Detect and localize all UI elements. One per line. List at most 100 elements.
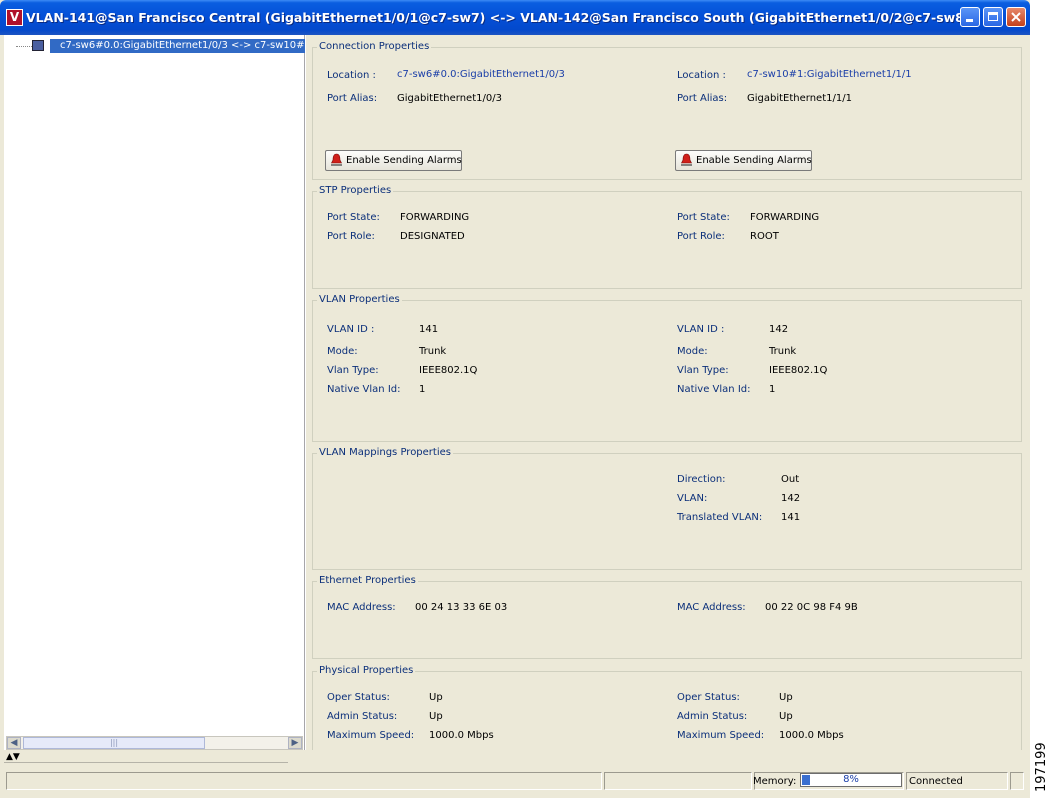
group-title: Ethernet Properties — [317, 575, 418, 587]
enable-sending-alarms-button[interactable]: Enable Sending Alarms — [675, 150, 812, 171]
stp-properties-group: STP Properties Port State: FORWARDING Po… — [312, 185, 1022, 289]
window-title: VLAN-141@San Francisco Central (GigabitE… — [26, 10, 970, 25]
scroll-right-icon[interactable]: ▶ — [288, 737, 302, 749]
maximize-button[interactable] — [983, 7, 1003, 27]
maximum-speed-value: 1000.0 Mbps — [779, 730, 844, 741]
mac-address-label: MAC Address: — [677, 602, 746, 613]
bottom-strip — [4, 752, 1026, 770]
port-alias-value: GigabitEthernet1/1/1 — [747, 93, 852, 104]
maximum-speed-value: 1000.0 Mbps — [429, 730, 494, 741]
vlan-type-value: IEEE802.1Q — [419, 365, 478, 376]
group-title: VLAN Properties — [317, 294, 402, 306]
mac-address-label: MAC Address: — [327, 602, 396, 613]
location-label: Location : — [677, 70, 726, 81]
connection-icon — [32, 40, 44, 51]
mode-value: Trunk — [419, 346, 447, 357]
memory-label: Memory: — [753, 776, 797, 787]
port-role-label: Port Role: — [677, 231, 725, 242]
close-button[interactable] — [1006, 7, 1026, 27]
mode-label: Mode: — [677, 346, 708, 357]
minimize-button[interactable] — [960, 7, 980, 27]
port-role-value: DESIGNATED — [400, 231, 465, 242]
vlan-mappings-group: VLAN Mappings Properties Direction: Out … — [312, 447, 1022, 570]
admin-status-label: Admin Status: — [327, 711, 398, 722]
tree-item-label[interactable]: c7-sw6#0.0:GigabitEthernet1/0/3 <-> c7-s… — [50, 39, 308, 53]
physical-properties-group: Physical Properties Oper Status: Up Admi… — [312, 665, 1022, 750]
native-vlan-label: Native Vlan Id: — [677, 384, 751, 395]
port-state-label: Port State: — [327, 212, 380, 223]
connection-status: Connected — [909, 776, 963, 787]
admin-status-value: Up — [779, 711, 793, 722]
horizontal-scrollbar[interactable]: ◀ ||| ▶ — [6, 736, 303, 750]
group-title: STP Properties — [317, 185, 394, 197]
port-state-value: FORWARDING — [750, 212, 820, 223]
vlan-id-value: 142 — [769, 324, 789, 335]
vlan-type-label: Vlan Type: — [677, 365, 729, 376]
alarm-bell-icon — [681, 153, 692, 166]
oper-status-label: Oper Status: — [677, 692, 740, 703]
tree-panel: c7-sw6#0.0:GigabitEthernet1/0/3 <-> c7-s… — [4, 35, 308, 750]
maximum-speed-label: Maximum Speed: — [327, 730, 415, 741]
port-role-value: ROOT — [750, 231, 779, 242]
scroll-left-icon[interactable]: ◀ — [7, 737, 21, 749]
port-state-label: Port State: — [677, 212, 730, 223]
tree-connector — [16, 46, 32, 47]
native-vlan-value: 1 — [419, 384, 426, 395]
app-icon[interactable]: V — [6, 9, 23, 26]
figure-number: 197199 — [1034, 742, 1049, 792]
vlan-id-value: 141 — [419, 324, 439, 335]
group-title: Connection Properties — [317, 41, 432, 53]
enable-sending-alarms-label: Enable Sending Alarms — [696, 155, 812, 166]
close-icon — [1011, 12, 1021, 22]
admin-status-value: Up — [429, 711, 443, 722]
vlan-properties-group: VLAN Properties VLAN ID : 141 Mode: Trun… — [312, 294, 1022, 442]
vlan-label: VLAN: — [677, 493, 708, 504]
group-title: VLAN Mappings Properties — [317, 447, 453, 459]
resize-grip[interactable] — [1010, 772, 1024, 790]
mac-address-value: 00 24 13 33 6E 03 — [415, 602, 508, 613]
tree-item[interactable]: c7-sw6#0.0:GigabitEthernet1/0/3 <-> c7-s… — [12, 39, 308, 53]
ethernet-properties-group: Ethernet Properties MAC Address: 00 24 1… — [312, 575, 1022, 659]
port-alias-label: Port Alias: — [327, 93, 378, 104]
enable-sending-alarms-label: Enable Sending Alarms — [346, 155, 462, 166]
translated-vlan-label: Translated VLAN: — [677, 512, 763, 523]
vlan-type-value: IEEE802.1Q — [769, 365, 828, 376]
minimize-icon — [966, 19, 973, 22]
maximize-icon — [988, 12, 998, 21]
oper-status-value: Up — [779, 692, 793, 703]
port-alias-label: Port Alias: — [677, 93, 728, 104]
port-state-value: FORWARDING — [400, 212, 470, 223]
oper-status-label: Oper Status: — [327, 692, 390, 703]
native-vlan-value: 1 — [769, 384, 776, 395]
direction-value: Out — [781, 474, 800, 485]
enable-sending-alarms-button[interactable]: Enable Sending Alarms — [325, 150, 462, 171]
translated-vlan-value: 141 — [781, 512, 801, 523]
location-value[interactable]: c7-sw6#0.0:GigabitEthernet1/0/3 — [397, 69, 565, 80]
title-bar[interactable]: V VLAN-141@San Francisco Central (Gigabi… — [0, 0, 1030, 35]
properties-panel: Connection Properties Location : c7-sw6#… — [310, 35, 1028, 750]
location-label: Location : — [327, 70, 376, 81]
mac-address-value: 00 22 0C 98 F4 9B — [765, 602, 858, 613]
maximum-speed-label: Maximum Speed: — [677, 730, 765, 741]
location-value[interactable]: c7-sw10#1:GigabitEthernet1/1/1 — [747, 69, 912, 80]
status-message-cell — [6, 772, 602, 790]
admin-status-label: Admin Status: — [677, 711, 748, 722]
mode-label: Mode: — [327, 346, 358, 357]
group-title: Physical Properties — [317, 665, 416, 677]
connection-properties-group: Connection Properties Location : c7-sw6#… — [312, 41, 1022, 180]
divider — [4, 762, 288, 763]
status-cell — [604, 772, 752, 790]
native-vlan-label: Native Vlan Id: — [327, 384, 401, 395]
scroll-thumb[interactable]: ||| — [23, 737, 205, 749]
memory-progress-bar: 8% — [800, 773, 902, 787]
vlan-value: 142 — [781, 493, 801, 504]
vlan-type-label: Vlan Type: — [327, 365, 379, 376]
oper-status-value: Up — [429, 692, 443, 703]
memory-percent: 8% — [843, 774, 859, 785]
mode-value: Trunk — [769, 346, 797, 357]
vlan-id-label: VLAN ID : — [327, 324, 375, 335]
expand-collapse-icon[interactable]: ▲▼ — [6, 752, 20, 762]
vlan-id-label: VLAN ID : — [677, 324, 725, 335]
port-role-label: Port Role: — [327, 231, 375, 242]
application-window: V VLAN-141@San Francisco Central (Gigabi… — [0, 0, 1030, 798]
